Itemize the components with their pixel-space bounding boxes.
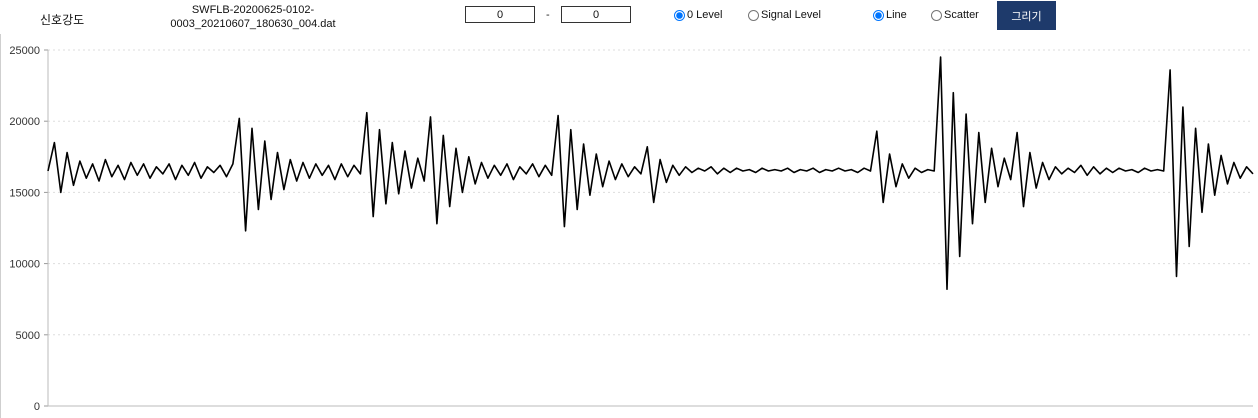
file-name-line1: SWFLB-20200625-0102-: [191, 4, 315, 16]
file-name: SWFLB-20200625-0102- 0003_20210607_18063…: [168, 3, 338, 31]
signal-level-radio[interactable]: [748, 9, 759, 21]
y-tick-label: 10000: [9, 259, 40, 271]
y-tick-label: 20000: [9, 116, 40, 128]
y-tick-label: 25000: [9, 45, 40, 57]
page-label: 신호강도: [40, 13, 85, 27]
range-separator: -: [546, 9, 550, 21]
y-tick-label: 0: [34, 401, 40, 413]
line-type-option[interactable]: Line: [873, 9, 907, 21]
signal-chart: 0 5000 10000 15000 20000 25000: [9, 45, 1254, 413]
scatter-type-label: Scatter: [944, 9, 979, 21]
line-type-label: Line: [886, 9, 907, 21]
signal-series-line: [47, 56, 1254, 290]
range-start-input[interactable]: [465, 6, 535, 23]
chart-area: 0 5000 10000 15000 20000 25000: [0, 34, 1258, 418]
scatter-type-option[interactable]: Scatter: [931, 9, 979, 21]
toolbar: 신호강도 SWFLB-20200625-0102- 0003_20210607_…: [0, 0, 1258, 34]
line-type-radio[interactable]: [873, 9, 884, 21]
y-tick-label: 5000: [16, 330, 40, 342]
scatter-type-radio[interactable]: [931, 9, 942, 21]
file-name-line2: 0003_20210607_180630_004.dat: [170, 18, 336, 30]
signal-level-label: Signal Level: [761, 9, 821, 21]
y-tick-label: 15000: [9, 187, 40, 199]
zero-level-radio[interactable]: [674, 9, 685, 21]
zero-level-option[interactable]: 0 Level: [674, 9, 722, 21]
signal-level-option[interactable]: Signal Level: [748, 9, 821, 21]
range-end-input[interactable]: [561, 6, 631, 23]
draw-button[interactable]: 그리기: [997, 1, 1056, 30]
zero-level-label: 0 Level: [687, 9, 723, 21]
